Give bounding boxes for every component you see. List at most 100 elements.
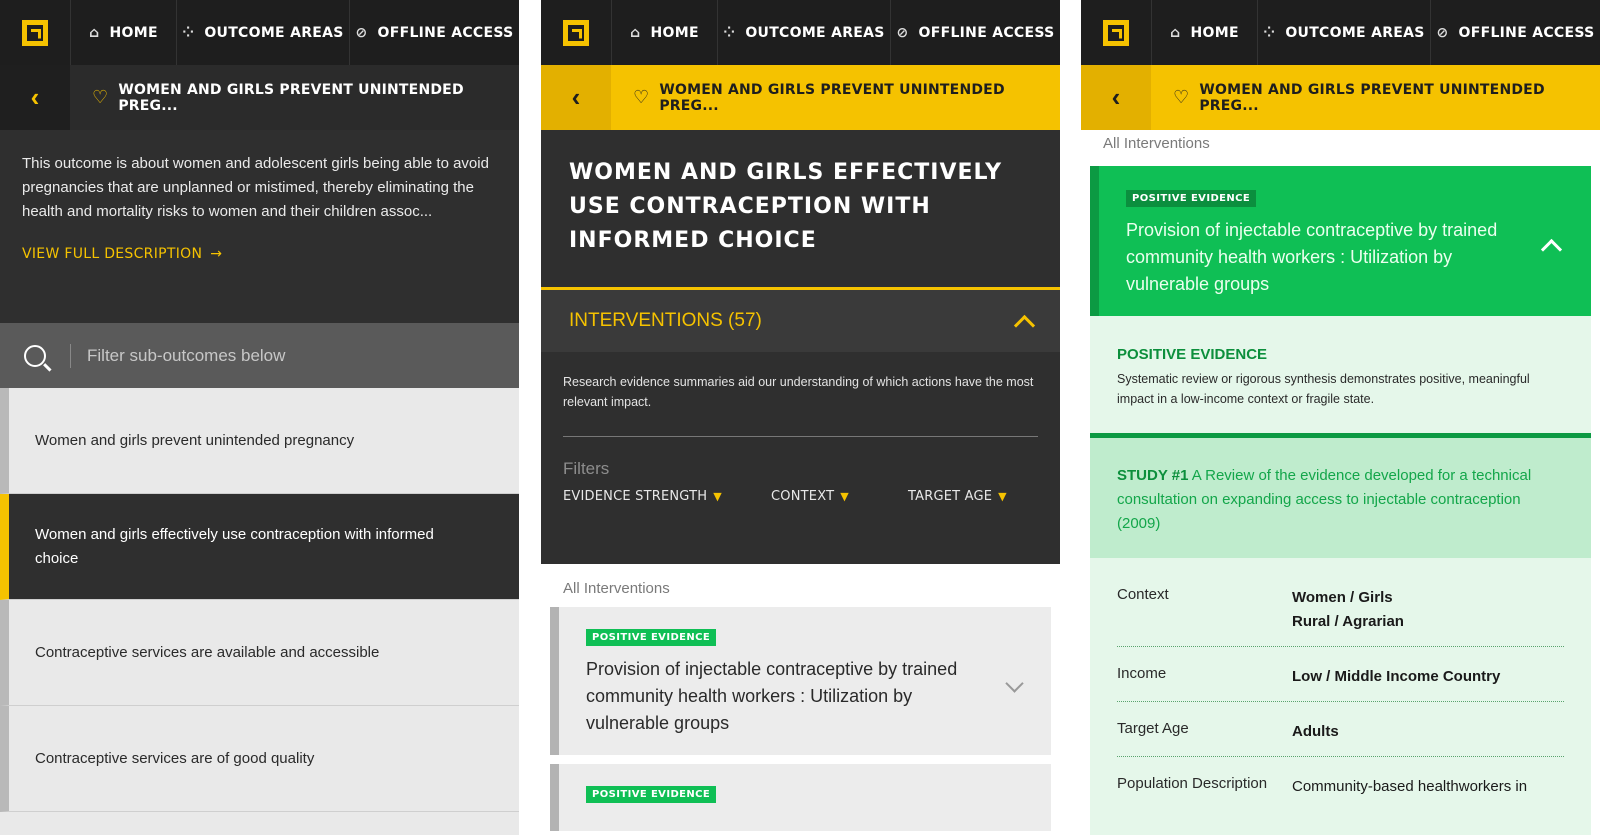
nav-outcome-areas[interactable]: ⁘ OUTCOME AREAS xyxy=(177,0,350,65)
breadcrumb-title[interactable]: ♡ WOMEN AND GIRLS PREVENT UNINTENDED PREG… xyxy=(611,65,1060,130)
breadcrumb-label: WOMEN AND GIRLS PREVENT UNINTENDED PREG.… xyxy=(659,81,1005,114)
chevron-left-icon: ‹ xyxy=(571,82,581,112)
logo-icon xyxy=(22,19,48,46)
filters-label: Filters xyxy=(563,459,610,478)
chevron-left-icon: ‹ xyxy=(1111,82,1121,112)
detail-value: Community-based healthworkers in xyxy=(1292,778,1528,795)
intervention-card[interactable]: POSITIVE EVIDENCE Provision of injectabl… xyxy=(550,607,1051,755)
detail-row-context: Context Women / Girls Rural / Agrarian xyxy=(1117,568,1564,647)
all-interventions-label: All Interventions xyxy=(563,580,670,597)
filter-label: TARGET AGE xyxy=(908,489,993,504)
detail-label: Context xyxy=(1117,586,1169,603)
detail-label: Income xyxy=(1117,665,1167,682)
filter-evidence-strength[interactable]: EVIDENCE STRENGTH ▼ xyxy=(563,489,771,504)
detail-value: Adults xyxy=(1292,723,1339,740)
back-button[interactable]: ‹ xyxy=(541,65,611,130)
nav-home-label: HOME xyxy=(1190,24,1239,41)
nav-offline-access[interactable]: ⊘ OFFLINE ACCESS xyxy=(1431,0,1600,65)
intervention-title: Provision of injectable contraceptive by… xyxy=(586,659,958,733)
divider xyxy=(563,436,1038,437)
panel-intervention-detail: ⌂ HOME ⁘ OUTCOME AREAS ⊘ OFFLINE ACCESS ‹ ♡… xyxy=(1081,0,1600,835)
sub-outcome-item[interactable]: Women and girls prevent unintended pregn… xyxy=(0,388,519,494)
breadcrumb: ‹ ♡ WOMEN AND GIRLS PREVENT UNINTENDED PR… xyxy=(0,65,519,130)
detail-value: Low / Middle Income Country xyxy=(1292,668,1501,685)
top-navigation: ⌂ HOME ⁘ OUTCOME AREAS ⊘ OFFLINE ACCESS xyxy=(541,0,1060,65)
chevron-down-icon xyxy=(1005,674,1024,693)
filter-target-age[interactable]: TARGET AGE ▼ xyxy=(908,489,1007,504)
grid-icon: ⁘ xyxy=(1263,24,1276,41)
caret-down-icon: ▼ xyxy=(998,490,1007,503)
detail-value: Women / Girls Rural / Agrarian xyxy=(1292,586,1564,634)
evidence-explanation: POSITIVE EVIDENCE Systematic review or r… xyxy=(1090,316,1591,438)
evidence-heading: POSITIVE EVIDENCE xyxy=(1117,346,1268,363)
nav-outcome-areas[interactable]: ⁘ OUTCOME AREAS xyxy=(718,0,891,65)
detail-row-income: Income Low / Middle Income Country xyxy=(1117,647,1564,702)
study-header[interactable]: STUDY #1 A Review of the evidence develo… xyxy=(1090,438,1591,558)
caret-down-icon: ▼ xyxy=(713,490,722,503)
search-icon[interactable] xyxy=(0,323,70,388)
sub-outcome-item[interactable]: Contraceptive services are available and… xyxy=(0,600,519,706)
logo[interactable] xyxy=(0,0,71,65)
detail-value-line: Women / Girls xyxy=(1292,589,1393,606)
nav-home[interactable]: ⌂ HOME xyxy=(71,0,177,65)
home-icon: ⌂ xyxy=(89,24,100,41)
nav-offline-access-label: OFFLINE ACCESS xyxy=(377,24,514,41)
back-button[interactable]: ‹ xyxy=(0,65,70,130)
nav-outcome-areas-label: OUTCOME AREAS xyxy=(745,24,885,41)
top-navigation: ⌂ HOME ⁘ OUTCOME AREAS ⊘ OFFLINE ACCESS xyxy=(0,0,519,65)
intervention-card[interactable]: POSITIVE EVIDENCE xyxy=(550,764,1051,831)
filter-search-bar xyxy=(0,323,519,388)
view-full-description-link[interactable]: VIEW FULL DESCRIPTION → xyxy=(22,246,497,262)
heart-icon: ♡ xyxy=(1173,87,1190,108)
nav-outcome-areas-label: OUTCOME AREAS xyxy=(1285,24,1425,41)
sub-outcome-item[interactable]: Contraceptive services are of good quali… xyxy=(0,706,519,812)
nav-home[interactable]: ⌂ HOME xyxy=(612,0,718,65)
panel-interventions: ⌂ HOME ⁘ OUTCOME AREAS ⊘ OFFLINE ACCESS ‹ ♡… xyxy=(541,0,1060,835)
detail-label: Target Age xyxy=(1117,720,1189,737)
offline-icon: ⊘ xyxy=(355,24,368,41)
detail-value-line: Rural / Agrarian xyxy=(1292,613,1404,630)
breadcrumb-label: WOMEN AND GIRLS PREVENT UNINTENDED PREG.… xyxy=(118,81,464,114)
breadcrumb-title[interactable]: ♡ WOMEN AND GIRLS PREVENT UNINTENDED PREG… xyxy=(70,65,519,130)
nav-home-label: HOME xyxy=(109,24,158,41)
nav-outcome-areas[interactable]: ⁘ OUTCOME AREAS xyxy=(1258,0,1431,65)
evidence-badge: POSITIVE EVIDENCE xyxy=(1126,190,1257,207)
nav-home[interactable]: ⌂ HOME xyxy=(1152,0,1258,65)
view-full-label: VIEW FULL DESCRIPTION xyxy=(22,246,203,262)
nav-offline-access[interactable]: ⊘ OFFLINE ACCESS xyxy=(350,0,519,65)
heart-icon: ♡ xyxy=(633,87,650,108)
chevron-up-icon xyxy=(1013,314,1036,336)
sub-outcome-item-active[interactable]: Women and girls effectively use contrace… xyxy=(0,494,519,600)
sub-outcome-label: Contraceptive services are of good quali… xyxy=(35,749,315,767)
chevron-left-icon: ‹ xyxy=(30,82,40,112)
nav-offline-access-label: OFFLINE ACCESS xyxy=(918,24,1055,41)
sub-outcome-label: Women and girls prevent unintended pregn… xyxy=(35,431,355,449)
logo[interactable] xyxy=(1081,0,1152,65)
nav-offline-access[interactable]: ⊘ OFFLINE ACCESS xyxy=(891,0,1060,65)
nav-outcome-areas-label: OUTCOME AREAS xyxy=(204,24,344,41)
evidence-text: Systematic review or rigorous synthesis … xyxy=(1117,372,1530,406)
nav-offline-access-label: OFFLINE ACCESS xyxy=(1458,24,1595,41)
sub-outcome-label: Contraceptive services are available and… xyxy=(35,643,380,661)
breadcrumb-label: WOMEN AND GIRLS PREVENT UNINTENDED PREG.… xyxy=(1199,81,1545,114)
intervention-card-expanded[interactable]: POSITIVE EVIDENCE Provision of injectabl… xyxy=(1090,166,1591,316)
sub-outcome-label: Women and girls effectively use contrace… xyxy=(35,525,434,567)
interventions-panel: Research evidence summaries aid our unde… xyxy=(541,352,1060,564)
home-icon: ⌂ xyxy=(630,24,641,41)
filters-row: EVIDENCE STRENGTH ▼ CONTEXT ▼ TARGET AGE ▼ xyxy=(563,489,1038,504)
study-number: STUDY #1 xyxy=(1117,467,1189,484)
back-button[interactable]: ‹ xyxy=(1081,65,1151,130)
filter-sub-outcomes-input[interactable] xyxy=(71,344,519,367)
top-navigation: ⌂ HOME ⁘ OUTCOME AREAS ⊘ OFFLINE ACCESS xyxy=(1081,0,1600,65)
caret-down-icon: ▼ xyxy=(840,490,849,503)
detail-row-target-age: Target Age Adults xyxy=(1117,702,1564,757)
offline-icon: ⊘ xyxy=(1436,24,1449,41)
breadcrumb-title[interactable]: ♡ WOMEN AND GIRLS PREVENT UNINTENDED PREG… xyxy=(1151,65,1600,130)
nav-home-label: HOME xyxy=(650,24,699,41)
interventions-toggle[interactable]: INTERVENTIONS (57) xyxy=(541,287,1060,352)
logo[interactable] xyxy=(541,0,612,65)
filter-context[interactable]: CONTEXT ▼ xyxy=(771,489,908,504)
outcome-title: WOMEN AND GIRLS EFFECTIVELY USE CONTRACE… xyxy=(541,130,1060,287)
logo-icon xyxy=(563,19,589,46)
intervention-title: Provision of injectable contraceptive by… xyxy=(1126,220,1498,294)
